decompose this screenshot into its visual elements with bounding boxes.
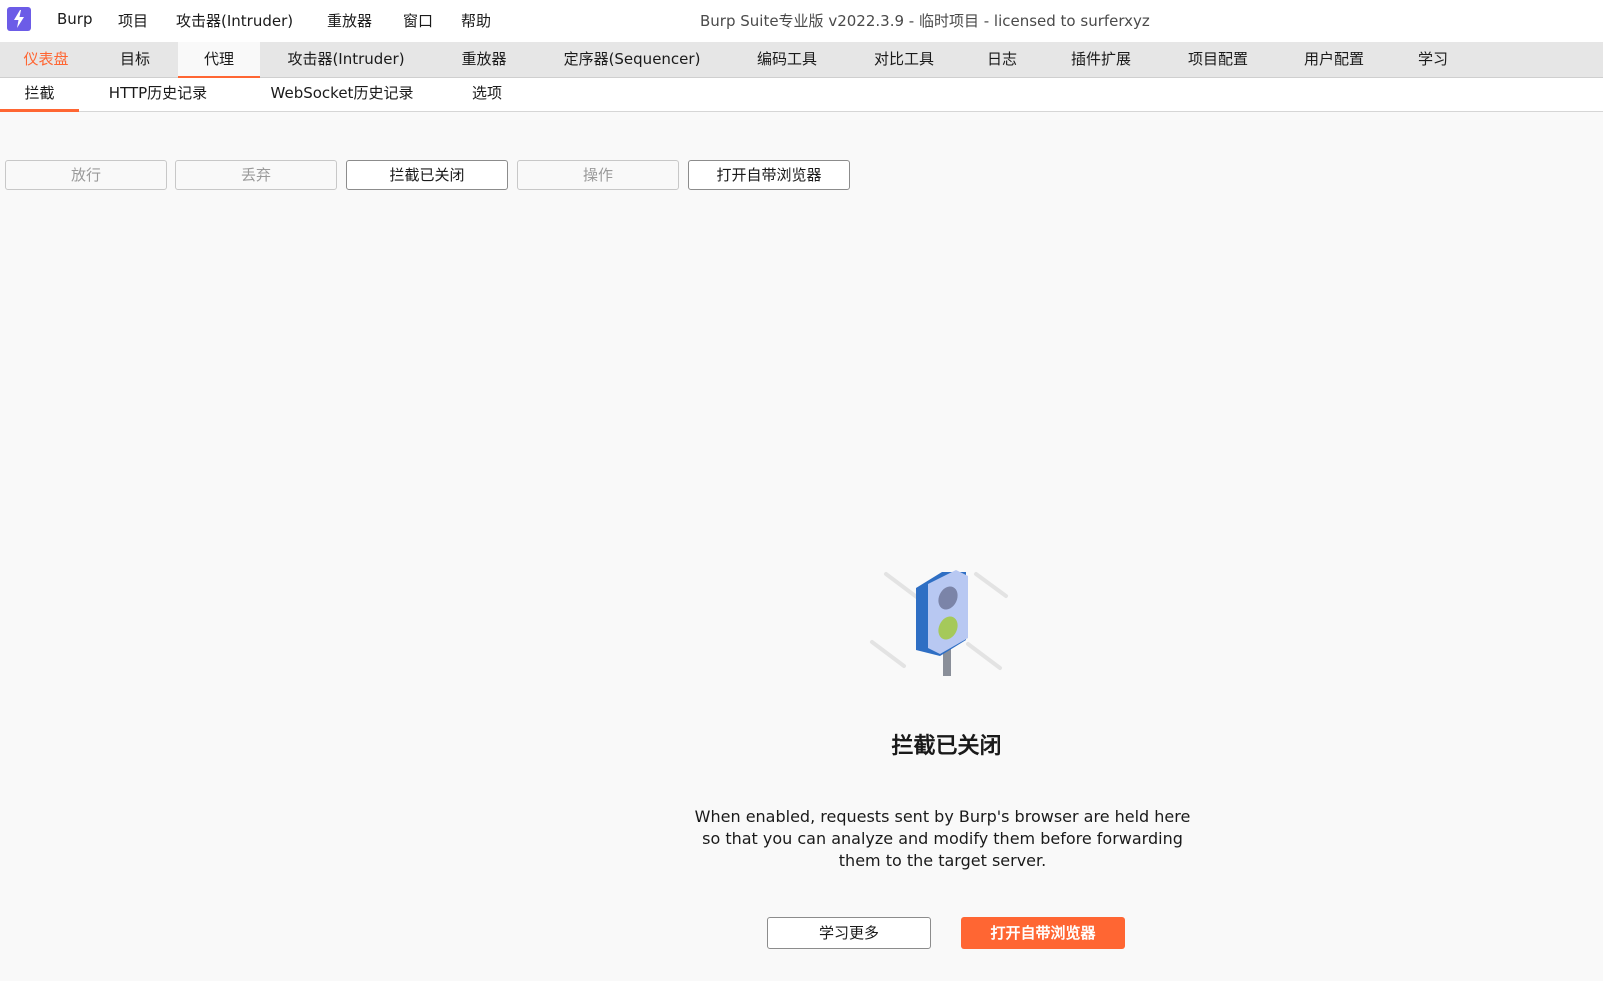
open-browser-button[interactable]: 打开自带浏览器 (688, 160, 850, 190)
burp-logo-icon (7, 7, 31, 31)
tab-options[interactable]: 选项 (447, 78, 527, 112)
tab-target[interactable]: 目标 (92, 42, 178, 78)
open-browser-cta-button[interactable]: 打开自带浏览器 (961, 917, 1125, 949)
main-tab-bar: 仪表盘 目标 代理 攻击器(Intruder) 重放器 定序器(Sequence… (0, 42, 1603, 78)
tab-learn[interactable]: 学习 (1392, 42, 1474, 78)
tab-repeater[interactable]: 重放器 (432, 42, 536, 78)
tab-logger[interactable]: 日志 (962, 42, 1042, 78)
forward-button[interactable]: 放行 (5, 160, 167, 190)
traffic-light-icon (868, 566, 1028, 681)
menu-project[interactable]: 项目 (118, 10, 148, 31)
tab-intruder[interactable]: 攻击器(Intruder) (260, 42, 432, 78)
tab-dashboard[interactable]: 仪表盘 (0, 42, 92, 78)
tab-user-options[interactable]: 用户配置 (1276, 42, 1392, 78)
tab-proxy[interactable]: 代理 (178, 42, 260, 78)
intercept-toggle-button[interactable]: 拦截已关闭 (346, 160, 508, 190)
learn-more-button[interactable]: 学习更多 (767, 917, 931, 949)
drop-button[interactable]: 丢弃 (175, 160, 337, 190)
tab-project-options[interactable]: 项目配置 (1160, 42, 1276, 78)
tab-sequencer[interactable]: 定序器(Sequencer) (536, 42, 728, 78)
proxy-sub-tab-bar: 拦截 HTTP历史记录 WebSocket历史记录 选项 (0, 78, 1603, 112)
tab-comparer[interactable]: 对比工具 (846, 42, 962, 78)
menu-burp[interactable]: Burp (57, 10, 93, 28)
menu-window[interactable]: 窗口 (403, 10, 433, 31)
tab-http-history[interactable]: HTTP历史记录 (79, 78, 237, 112)
action-button[interactable]: 操作 (517, 160, 679, 190)
tab-intercept[interactable]: 拦截 (0, 78, 79, 112)
menu-bar: Burp 项目 攻击器(Intruder) 重放器 窗口 帮助 Burp Sui… (0, 0, 1603, 42)
menu-repeater[interactable]: 重放器 (327, 10, 372, 31)
intercept-off-title: 拦截已关闭 (891, 734, 1002, 759)
tab-decoder[interactable]: 编码工具 (728, 42, 846, 78)
tab-extensions[interactable]: 插件扩展 (1042, 42, 1160, 78)
window-title: Burp Suite专业版 v2022.3.9 - 临时项目 - license… (700, 12, 1150, 30)
tab-websocket-history[interactable]: WebSocket历史记录 (237, 78, 447, 112)
menu-help[interactable]: 帮助 (461, 10, 491, 31)
menu-intruder[interactable]: 攻击器(Intruder) (176, 10, 293, 31)
intercept-off-description: When enabled, requests sent by Burp's br… (694, 807, 1191, 870)
